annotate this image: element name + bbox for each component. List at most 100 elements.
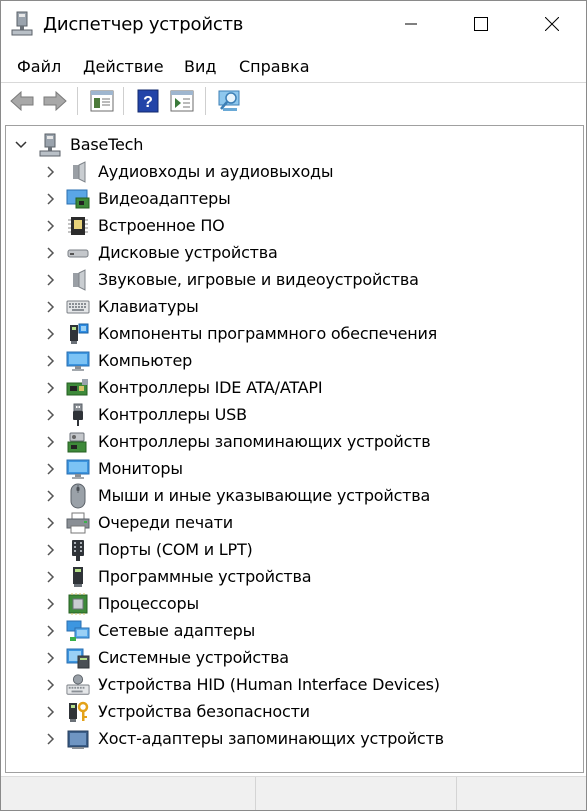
tree-category-item[interactable]: Встроенное ПО [6, 213, 581, 239]
usb-icon [66, 403, 90, 427]
tree-category-label: Порты (COM и LPT) [98, 540, 253, 559]
tree-category-label: Дисковые устройства [98, 243, 278, 262]
chevron-right-icon[interactable] [44, 354, 58, 368]
title-bar[interactable]: Диспетчер устройств [1, 1, 586, 49]
chevron-right-icon[interactable] [44, 516, 58, 530]
forward-button[interactable] [42, 88, 68, 114]
tree-category-item[interactable]: Очереди печати [6, 510, 581, 536]
minimize-button[interactable] [388, 1, 434, 47]
tree-category-item[interactable]: Мыши и иные указывающие устройства [6, 483, 581, 509]
tree-category-item[interactable]: Контроллеры USB [6, 402, 581, 428]
tree-category-label: Процессоры [98, 594, 199, 613]
hid-icon [66, 673, 90, 697]
monitor-icon [66, 349, 90, 373]
tree-category-label: Аудиовходы и аудиовыходы [98, 162, 334, 181]
chevron-right-icon[interactable] [44, 489, 58, 503]
keyboard-icon [66, 295, 90, 319]
chevron-right-icon[interactable] [44, 219, 58, 233]
tree-category-label: Мониторы [98, 459, 183, 478]
chevron-right-icon[interactable] [44, 705, 58, 719]
tree-category-item[interactable]: Компьютер [6, 348, 581, 374]
tree-root[interactable]: BaseTech [6, 132, 581, 158]
tree-category-item[interactable]: Устройства безопасности [6, 699, 581, 725]
chevron-right-icon[interactable] [44, 732, 58, 746]
tree-category-item[interactable]: Устройства HID (Human Interface Devices) [6, 672, 581, 698]
minimize-icon [405, 23, 417, 25]
tree-category-label: Устройства HID (Human Interface Devices) [98, 675, 440, 694]
tree-root-label: BaseTech [70, 135, 144, 154]
maximize-button[interactable] [458, 1, 504, 47]
tree-category-item[interactable]: Аудиовходы и аудиовыходы [6, 159, 581, 185]
close-icon [545, 17, 559, 31]
chevron-right-icon[interactable] [44, 543, 58, 557]
tree-category-label: Встроенное ПО [98, 216, 225, 235]
tree-category-label: Очереди печати [98, 513, 233, 532]
chevron-right-icon[interactable] [44, 381, 58, 395]
chevron-right-icon[interactable] [44, 273, 58, 287]
chevron-down-icon[interactable] [14, 138, 28, 152]
chevron-right-icon[interactable] [44, 462, 58, 476]
tree-category-label: Контроллеры запоминающих устройств [98, 432, 431, 451]
tree-category-item[interactable]: Клавиатуры [6, 294, 581, 320]
chevron-right-icon[interactable] [44, 408, 58, 422]
tree-category-item[interactable]: Сетевые адаптеры [6, 618, 581, 644]
menu-view[interactable]: Вид [184, 57, 216, 77]
chevron-right-icon[interactable] [44, 624, 58, 638]
tree-category-label: Компьютер [98, 351, 193, 370]
forward-arrow-icon [43, 91, 67, 111]
tree-category-item[interactable]: Процессоры [6, 591, 581, 617]
firmware-chip-icon [66, 214, 90, 238]
tree-category-label: Клавиатуры [98, 297, 199, 316]
tree-category-item[interactable]: Хост-адаптеры запоминающих устройств [6, 726, 581, 752]
tree-category-item[interactable]: Контроллеры запоминающих устройств [6, 429, 581, 455]
toolbar-divider [77, 87, 78, 115]
back-button[interactable] [9, 88, 35, 114]
tree-category-item[interactable]: Системные устройства [6, 645, 581, 671]
tree-category-item[interactable]: Программные устройства [6, 564, 581, 590]
view-icon [170, 90, 194, 112]
tree-category-label: Звуковые, игровые и видеоустройства [98, 270, 419, 289]
chevron-right-icon[interactable] [44, 300, 58, 314]
tree-category-item[interactable]: Мониторы [6, 456, 581, 482]
tree-category-item[interactable]: Видеоадаптеры [6, 186, 581, 212]
toolbar-divider [205, 87, 206, 115]
device-manager-window: Диспетчер устройств Файл Действие Вид Сп… [0, 0, 587, 811]
tree-category-item[interactable]: Компоненты программного обеспечения [6, 321, 581, 347]
view-button[interactable] [169, 88, 195, 114]
menu-bar: Файл Действие Вид Справка [1, 49, 586, 83]
chevron-right-icon[interactable] [44, 435, 58, 449]
menu-action[interactable]: Действие [83, 57, 164, 77]
chevron-right-icon[interactable] [44, 678, 58, 692]
scan-hardware-icon [218, 90, 240, 111]
storage-controller-icon [66, 430, 90, 454]
storage-host-adapter-icon [66, 727, 90, 751]
chevron-right-icon[interactable] [44, 246, 58, 260]
chevron-right-icon[interactable] [44, 597, 58, 611]
chevron-right-icon[interactable] [44, 651, 58, 665]
menu-help[interactable]: Справка [239, 57, 310, 77]
tree-category-label: Контроллеры USB [98, 405, 247, 424]
tree-category-label: Устройства безопасности [98, 702, 310, 721]
tree-category-label: Сетевые адаптеры [98, 621, 256, 640]
close-button[interactable] [529, 1, 575, 47]
status-bar [1, 776, 586, 810]
tree-category-item[interactable]: Контроллеры IDE ATA/ATAPI [6, 375, 581, 401]
tree-category-item[interactable]: Порты (COM и LPT) [6, 537, 581, 563]
toolbar: ? [1, 83, 586, 119]
tree-category-item[interactable]: Дисковые устройства [6, 240, 581, 266]
chevron-right-icon[interactable] [44, 570, 58, 584]
tree-category-label: Хост-адаптеры запоминающих устройств [98, 729, 444, 748]
properties-button[interactable] [89, 88, 115, 114]
chevron-right-icon[interactable] [44, 192, 58, 206]
chevron-right-icon[interactable] [44, 327, 58, 341]
back-arrow-icon [10, 91, 34, 111]
network-adapter-icon [66, 619, 90, 643]
help-button[interactable]: ? [135, 88, 161, 114]
tree-category-label: Видеоадаптеры [98, 189, 231, 208]
tree-category-item[interactable]: Звуковые, игровые и видеоустройства [6, 267, 581, 293]
menu-file[interactable]: Файл [17, 57, 61, 77]
chevron-right-icon[interactable] [44, 165, 58, 179]
speaker-icon [66, 160, 90, 184]
device-tree[interactable]: BaseTech Аудиовходы и аудиовыходы Видеоад… [5, 125, 584, 773]
scan-hardware-button[interactable] [217, 88, 243, 114]
